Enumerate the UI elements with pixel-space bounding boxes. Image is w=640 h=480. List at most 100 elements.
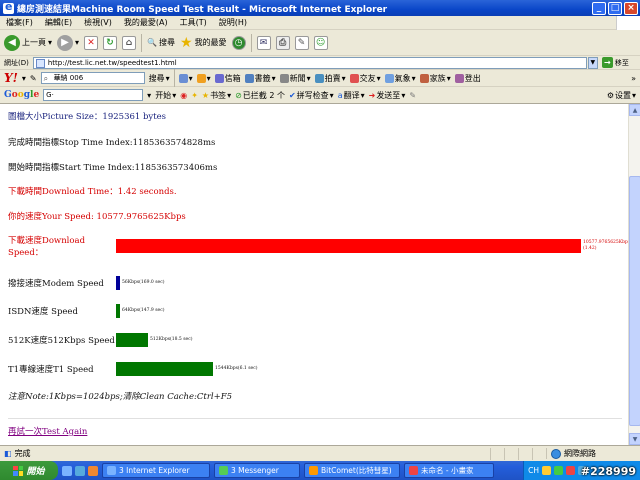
test-again-link[interactable]: 再試一次Test Again <box>8 425 87 437</box>
google-bookmarks[interactable]: ★ 书签 ▾ <box>202 90 231 101</box>
yahoo-family[interactable]: 家族 ▾ <box>419 73 451 84</box>
yahoo-mail[interactable]: 信箱 <box>214 73 241 84</box>
google-icon-b[interactable]: ✦ <box>191 91 198 100</box>
yahoo-news[interactable]: 新聞 ▾ <box>279 73 311 84</box>
forward-button[interactable]: ▶ ▾ <box>57 34 79 51</box>
menu-favorites[interactable]: 我的最愛(A) <box>124 17 168 28</box>
zone-label: 網際網路 <box>564 449 596 458</box>
google-send[interactable]: ➜ 发送至 ▾ <box>369 90 406 101</box>
menu-help[interactable]: 說明(H) <box>219 17 247 28</box>
status-bar: ◧ 完成 網際網路 <box>0 445 640 461</box>
stop-icon[interactable]: ✕ <box>84 35 99 50</box>
home-icon[interactable]: ⌂ <box>122 35 137 50</box>
tray-icon[interactable] <box>542 466 551 475</box>
scroll-thumb[interactable] <box>629 176 640 426</box>
menu-file[interactable]: 檔案(F) <box>6 17 33 28</box>
status-pane <box>532 447 546 460</box>
status-pane <box>504 447 518 460</box>
tray-icon[interactable] <box>566 466 575 475</box>
back-button[interactable]: ◀ 上一頁 ▾ <box>4 34 52 51</box>
close-button[interactable]: × <box>624 1 638 15</box>
speed-bar-label: 撥接速度Modem Speed <box>8 279 104 289</box>
yahoo-plus-button[interactable]: ▾ <box>196 73 211 83</box>
chevron-down-icon[interactable]: ▾ <box>22 74 26 83</box>
favorites-button[interactable]: ★ 我的最愛 <box>180 35 227 51</box>
pencil-icon[interactable]: ✎ <box>30 74 37 83</box>
yahoo-grid-button[interactable]: ▾ <box>178 73 193 83</box>
yahoo-search-label: 搜尋 <box>148 73 165 83</box>
scroll-down-icon[interactable]: ▼ <box>629 433 640 445</box>
yahoo-search-input[interactable]: ⌕ 華納 006 <box>40 72 145 84</box>
pencil-icon[interactable]: ✎ <box>409 91 416 100</box>
search-label: 搜尋 <box>159 38 175 47</box>
task-ie[interactable]: 3 Internet Explorer <box>102 463 210 478</box>
google-translate[interactable]: a 翻译 ▾ <box>338 90 365 101</box>
search-button[interactable]: 🔍 搜尋 <box>147 37 175 48</box>
yahoo-news-label: 新聞 <box>289 73 306 83</box>
google-start[interactable]: 开始 ▾ <box>155 90 176 101</box>
address-dropdown-icon[interactable]: ▼ <box>587 56 598 69</box>
yahoo-bookmarks[interactable]: 書籤 ▾ <box>244 73 276 84</box>
star-icon: ★ <box>180 34 193 51</box>
go-button[interactable]: → 移至 <box>601 57 629 68</box>
quicklaunch-icon[interactable] <box>62 465 72 476</box>
speed-bar-label: 下載速度Download Speed： <box>8 236 86 258</box>
google-settings[interactable]: ⚙ 设置 ▾ <box>607 90 636 101</box>
google-start-label: 开始 <box>155 90 172 100</box>
google-icon-a[interactable]: ◉ <box>180 91 187 100</box>
google-popup-blocked[interactable]: ⊘ 已拦截 2 个 <box>235 90 285 101</box>
window-title: 總房測速結果Machine Room Speed Test Result - M… <box>17 4 388 15</box>
google-logo[interactable]: Google <box>4 90 39 100</box>
menu-edit[interactable]: 編輯(E) <box>45 17 72 28</box>
scroll-up-icon[interactable]: ▲ <box>629 104 640 116</box>
start-button[interactable]: 開始 <box>0 461 58 480</box>
edit-icon[interactable]: ✎ <box>294 35 309 50</box>
google-toolbar: Google G· ▾ 开始 ▾ ◉ ✦ ★ 书签 ▾ ⊘ 已拦截 2 个 ✔ 拼写检查 ▾… <box>0 87 640 104</box>
block-icon: ⊘ <box>235 90 242 100</box>
google-search-input[interactable]: G· <box>43 89 144 101</box>
chevron-double-right-icon[interactable]: » <box>631 74 636 83</box>
yahoo-search-button[interactable]: 搜尋 ▾ <box>149 73 170 84</box>
chevron-down-icon[interactable]: ▾ <box>75 38 79 47</box>
watermark: #228999 <box>580 465 636 478</box>
google-search-value: G· <box>46 91 54 99</box>
separator <box>173 69 175 87</box>
google-popup-label: 已拦截 2 个 <box>242 90 285 100</box>
quicklaunch-icon[interactable] <box>75 465 85 476</box>
tray-icon[interactable] <box>554 466 563 475</box>
quicklaunch-icon[interactable] <box>88 465 98 476</box>
status-pane <box>490 447 504 460</box>
speed-value-text: 512Kbps(18.5 sec) <box>150 337 193 342</box>
mail-icon[interactable]: ✉ <box>256 35 271 50</box>
menu-tools[interactable]: 工具(T) <box>180 17 207 28</box>
yahoo-dating[interactable]: 交友 ▾ <box>349 73 381 84</box>
your-speed-text: 你的速度Your Speed: 10577.9765625Kbps <box>8 212 186 222</box>
mail-icon <box>214 73 224 83</box>
speed-bar <box>116 276 120 290</box>
yahoo-weather[interactable]: 氣象 ▾ <box>384 73 416 84</box>
language-indicator[interactable]: CH <box>528 466 539 475</box>
chevron-down-icon[interactable]: ▾ <box>48 38 52 47</box>
maximize-button[interactable]: □ <box>608 1 622 15</box>
weather-icon <box>384 73 394 83</box>
task-paint[interactable]: 未命名 - 小畫家 <box>404 463 494 478</box>
task-messenger[interactable]: 3 Messenger <box>214 463 300 478</box>
yahoo-logo[interactable]: Y! <box>4 71 18 85</box>
windows-logo <box>616 15 640 30</box>
bitcomet-icon <box>309 466 318 475</box>
speed-bar-label: T1專線速度T1 Speed <box>8 365 94 375</box>
speed-bar-value: 10577.9765625Kbps (1.42) <box>583 240 628 252</box>
yahoo-auction[interactable]: 拍賣 ▾ <box>314 73 346 84</box>
refresh-icon[interactable]: ↻ <box>103 35 118 50</box>
vertical-scrollbar[interactable]: ▲ ▼ <box>628 104 640 445</box>
address-input[interactable]: http://test.lic.net.tw/speedtest1.html <box>32 56 587 69</box>
print-icon[interactable]: ⎙ <box>275 35 290 50</box>
yahoo-logout[interactable]: 登出 <box>454 73 481 84</box>
google-spellcheck[interactable]: ✔ 拼写检查 ▾ <box>289 90 334 101</box>
history-icon[interactable]: ◷ <box>231 35 246 50</box>
minimize-button[interactable]: _ <box>592 1 606 15</box>
messenger-icon[interactable]: ☺ <box>313 35 328 50</box>
task-bitcomet[interactable]: BitComet(比特彗星) <box>304 463 400 478</box>
chevron-down-icon[interactable]: ▾ <box>147 91 151 100</box>
menu-view[interactable]: 檢視(V) <box>84 17 112 28</box>
